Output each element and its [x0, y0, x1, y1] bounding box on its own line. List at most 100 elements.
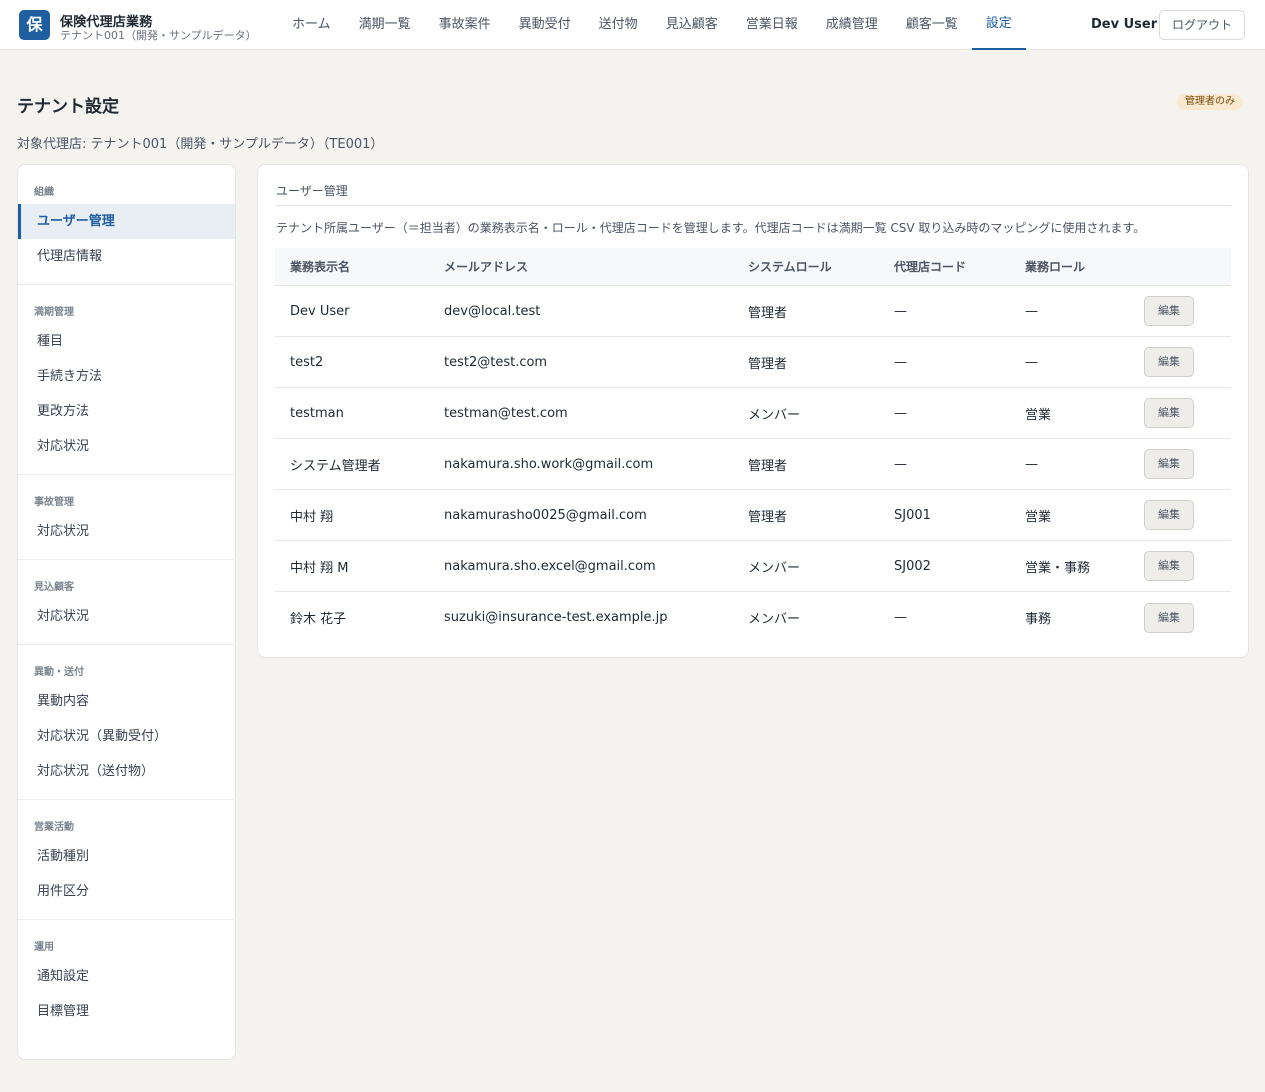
nav-tab[interactable]: 送付物	[585, 0, 652, 50]
page-title: テナント設定	[17, 97, 119, 117]
nav-tab[interactable]: 見込顧客	[652, 0, 732, 50]
action-cell: 編集	[1129, 551, 1231, 581]
table-cell: nakamurasho0025@gmail.com	[444, 507, 647, 523]
sidebar-group-heading: 異動・送付	[34, 667, 84, 678]
sidebar-group: 営業活動活動種別 用件区分	[18, 800, 235, 920]
sidebar-group: 満期管理 種目 手続き方法 更改方法 対応状況	[18, 285, 235, 475]
sidebar-item[interactable]: ユーザー管理	[18, 204, 235, 239]
edit-button[interactable]: 編集	[1144, 500, 1194, 530]
table-cell: 営業	[1025, 407, 1052, 423]
section-title: ユーザー管理	[276, 182, 1231, 206]
edit-button[interactable]: 編集	[1144, 602, 1194, 633]
app-logo-icon[interactable]: 保	[19, 10, 50, 40]
sidebar-group: 異動・送付異動内容 対応状況（異動受付） 対応状況（送付物）	[18, 645, 235, 800]
sidebar-item[interactable]: 通知設定	[18, 959, 235, 994]
table-row: システム管理者 nakamura.sho.work@gmail.com 管理者 — — 編…	[275, 439, 1231, 490]
table-row: Dev User dev@local.test 管理者 — — 編集	[275, 286, 1231, 337]
table-cell: test2	[290, 354, 324, 370]
table-cell: メンバー	[748, 612, 801, 627]
table-cell: testman@test.com	[444, 405, 568, 421]
table-cell: testman	[290, 405, 344, 421]
table-cell: 中村 翔 M	[290, 560, 349, 576]
settings-sidebar: 組織 ユーザー管理 代理店情報 満期管理 種目 手続き方法 更改方法 対応状況 事故管理 対応状況…	[17, 164, 236, 1060]
table-cell: —	[1025, 456, 1038, 472]
sidebar-item[interactable]: 更改方法	[18, 394, 235, 429]
table-cell: —	[894, 456, 907, 472]
sidebar-item[interactable]: 手続き方法	[18, 359, 235, 394]
nav-tab[interactable]: 顧客一覧	[892, 0, 972, 50]
column-header: 業務ロール	[1025, 260, 1086, 274]
table-row: 鈴木 花子 suzuki@insurance-test.example.jp メンバ…	[275, 592, 1231, 643]
sidebar-item[interactable]: 種目	[18, 324, 235, 359]
edit-button[interactable]: 編集	[1144, 398, 1194, 428]
section-description: テナント所属ユーザー（＝担当者）の業務表示名・ロール・代理店コードを管理します。…	[276, 221, 1146, 235]
table-cell: 中村 翔	[290, 509, 334, 525]
table-cell: システム管理者	[290, 458, 381, 474]
tenant-subtitle: テナント001（開発・サンプルデータ）	[60, 29, 257, 42]
admin-only-badge: 管理者のみ	[1177, 94, 1243, 110]
sidebar-item[interactable]: 活動種別	[18, 839, 235, 874]
table-row: testman testman@test.com メンバー — 営業 編集	[275, 388, 1231, 439]
nav-tab[interactable]: ホーム	[278, 0, 345, 50]
edit-button[interactable]: 編集	[1144, 551, 1194, 581]
table-cell: suzuki@insurance-test.example.jp	[444, 610, 668, 625]
sidebar-group-heading: 運用	[34, 942, 54, 953]
table-cell: —	[1025, 354, 1038, 370]
sidebar-item[interactable]: 対応状況	[18, 599, 235, 634]
sidebar-group-heading: 見込顧客	[34, 582, 74, 593]
sidebar-item[interactable]: 対応状況（送付物）	[18, 754, 235, 789]
logout-button[interactable]: ログアウト	[1159, 10, 1245, 40]
table-cell: —	[894, 405, 907, 421]
nav-tab[interactable]: 設定	[971, 0, 1026, 50]
column-header: 代理店コード	[894, 260, 967, 274]
sidebar-group: 見込顧客対応状況	[18, 560, 235, 645]
sidebar-group: 運用通知設定 目標管理	[18, 920, 235, 1039]
action-cell: 編集	[1129, 398, 1231, 428]
sidebar-item[interactable]: 対応状況	[18, 429, 235, 464]
action-cell: 編集	[1129, 602, 1231, 633]
table-cell: 管理者	[748, 458, 788, 474]
edit-button[interactable]: 編集	[1144, 449, 1194, 479]
table-cell: nakamura.sho.work@gmail.com	[444, 456, 654, 472]
nav-tab[interactable]: 異動受付	[505, 0, 585, 50]
table-row: test2 test2@test.com 管理者 — — 編集	[275, 337, 1231, 388]
table-cell: SJ002	[894, 558, 931, 574]
sidebar-item[interactable]: 対応状況（異動受付）	[18, 719, 235, 754]
edit-button[interactable]: 編集	[1144, 347, 1194, 377]
sidebar-item[interactable]: 異動内容	[18, 684, 235, 719]
nav-tab[interactable]: 事故案件	[425, 0, 505, 50]
sidebar-item[interactable]: 目標管理	[18, 994, 235, 1029]
table-cell: nakamura.sho.excel@gmail.com	[444, 558, 656, 574]
table-cell: 事務	[1025, 612, 1052, 627]
table-cell: SJ001	[894, 507, 931, 523]
sidebar-group-heading: 営業活動	[34, 822, 74, 833]
table-cell: 営業・事務	[1025, 560, 1091, 576]
edit-button[interactable]: 編集	[1144, 296, 1194, 326]
table-cell: メンバー	[748, 560, 801, 576]
action-cell: 編集	[1129, 347, 1231, 377]
users-table: 業務表示名 メールアドレス システムロール 代理店コード 業務ロール Dev User d…	[275, 248, 1231, 643]
sidebar-item[interactable]: 代理店情報	[18, 239, 235, 274]
action-cell: 編集	[1129, 449, 1231, 479]
table-cell: 営業	[1025, 509, 1052, 525]
current-user-name: Dev User	[1091, 17, 1158, 32]
user-management-card: ユーザー管理 テナント所属ユーザー（＝担当者）の業務表示名・ロール・代理店コード…	[257, 164, 1249, 658]
nav-tab[interactable]: 営業日報	[732, 0, 812, 50]
table-cell: dev@local.test	[444, 303, 541, 319]
sidebar-group: 事故管理 対応状況	[18, 475, 235, 560]
table-cell: Dev User	[290, 303, 350, 319]
table-cell: 管理者	[748, 305, 788, 321]
column-header	[1129, 248, 1231, 285]
action-cell: 編集	[1129, 500, 1231, 530]
table-cell: —	[1025, 303, 1038, 319]
column-header: メールアドレス	[444, 260, 529, 274]
table-cell: test2@test.com	[444, 354, 548, 370]
nav-tab[interactable]: 満期一覧	[345, 0, 425, 50]
nav-tab[interactable]: 成績管理	[812, 0, 892, 50]
target-agency-label: 対象代理店: テナント001（開発・サンプルデータ）（TE001）	[17, 137, 384, 152]
sidebar-item[interactable]: 用件区分	[18, 874, 235, 909]
table-header: 業務表示名 メールアドレス システムロール 代理店コード 業務ロール	[275, 248, 1231, 286]
table-cell: —	[894, 354, 907, 370]
table-cell: 管理者	[748, 356, 788, 372]
sidebar-item[interactable]: 対応状況	[18, 514, 235, 549]
